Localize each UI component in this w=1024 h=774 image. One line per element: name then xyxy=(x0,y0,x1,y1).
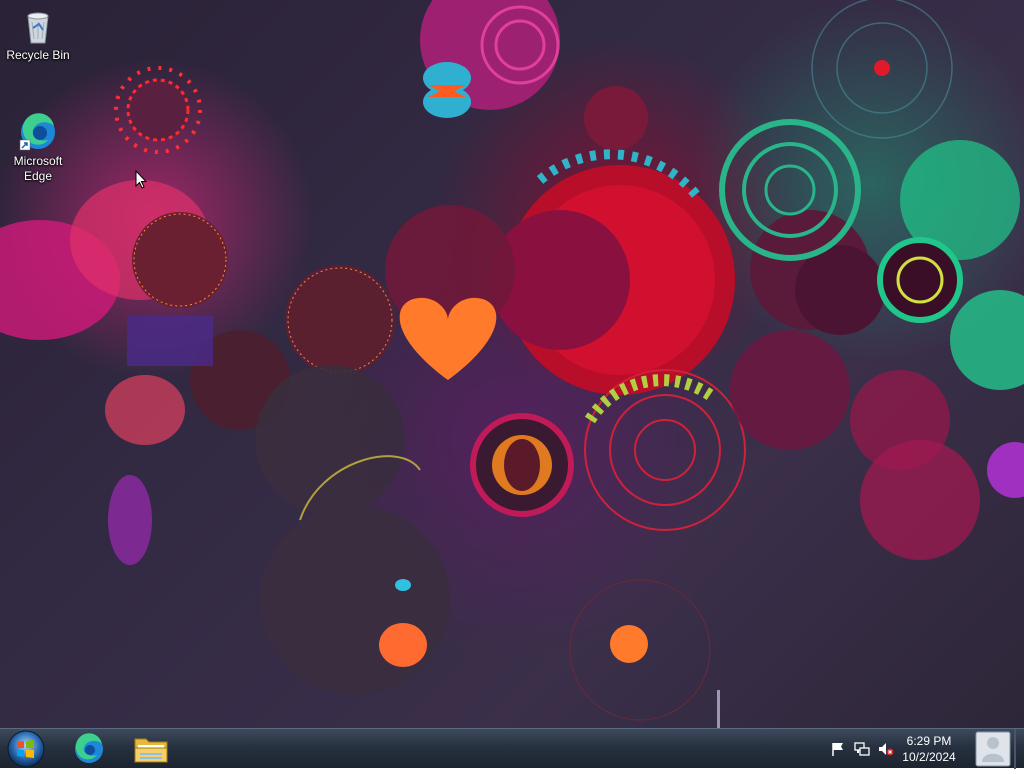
clock[interactable]: 6:29 PM 10/2/2024 xyxy=(894,733,964,765)
desktop-icon-label: Recycle Bin xyxy=(6,48,70,62)
flag-icon[interactable] xyxy=(830,741,846,757)
start-button[interactable] xyxy=(4,730,48,768)
taskbar: 6:29 PM 10/2/2024 xyxy=(0,728,1024,769)
windows-start-icon xyxy=(7,730,45,768)
desktop[interactable]: Recycle Bin Microsoft Edge xyxy=(0,0,1024,728)
clock-time: 6:29 PM xyxy=(906,734,952,748)
wallpaper xyxy=(0,0,1024,728)
clock-date: 10/2/2024 xyxy=(902,750,956,764)
taskbar-file-explorer-button[interactable] xyxy=(124,731,178,767)
folder-icon xyxy=(134,738,168,763)
taskbar-edge-button[interactable] xyxy=(62,731,116,767)
edge-icon xyxy=(75,733,103,763)
desktop-icon-recycle-bin[interactable]: Recycle Bin xyxy=(0,6,76,63)
network-icon[interactable] xyxy=(854,741,870,757)
desktop-icon-microsoft-edge[interactable]: Microsoft Edge xyxy=(0,112,76,184)
volume-muted-icon[interactable] xyxy=(878,741,894,757)
mouse-cursor-icon xyxy=(135,170,147,189)
recycle-bin-icon xyxy=(27,12,49,44)
desktop-icon-label: Microsoft Edge xyxy=(13,154,63,183)
edge-icon xyxy=(19,113,55,151)
show-desktop-button[interactable] xyxy=(972,729,1024,769)
user-avatar-icon xyxy=(975,729,1016,769)
system-tray: 6:29 PM 10/2/2024 xyxy=(824,729,1024,769)
